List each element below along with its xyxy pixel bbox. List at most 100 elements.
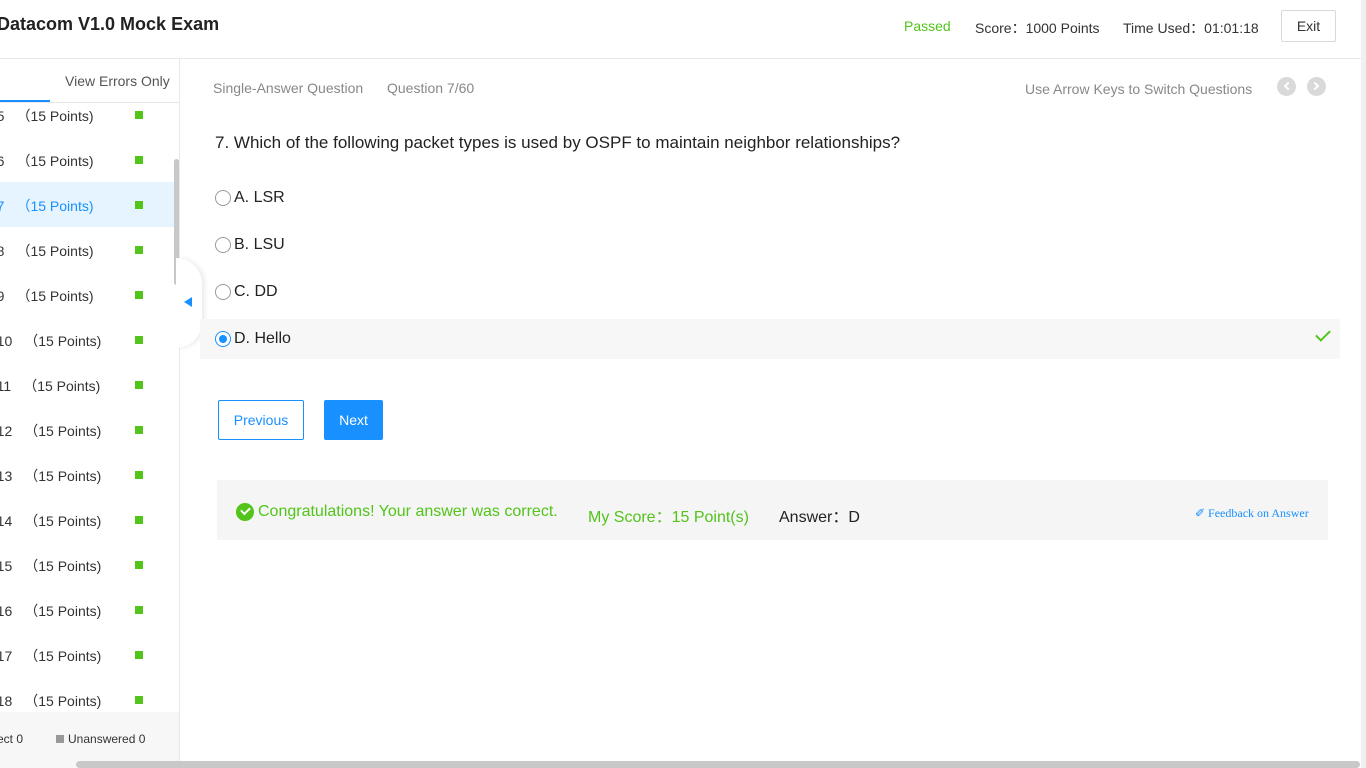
arrow-keys-hint: Use Arrow Keys to Switch Questions bbox=[1025, 81, 1253, 97]
sidebar-question-label: n 11 （15 Points) bbox=[0, 376, 100, 396]
sidebar-question-label: n 9 （15 Points) bbox=[0, 286, 94, 306]
next-button[interactable]: Next bbox=[324, 400, 383, 440]
answered-status-icon bbox=[135, 696, 143, 704]
answer-option[interactable]: A. LSR bbox=[200, 178, 1340, 218]
sidebar-question-label: n 13 （15 Points) bbox=[0, 466, 101, 486]
answer-option[interactable]: B. LSU bbox=[200, 225, 1340, 265]
question-name: n 5 bbox=[0, 108, 4, 124]
total-score: Score：1000 Points bbox=[975, 20, 1100, 36]
sidebar-question-label: n 7 （15 Points) bbox=[0, 196, 94, 216]
option-text: B. LSU bbox=[234, 236, 285, 253]
question-points: （15 Points) bbox=[24, 423, 102, 439]
prev-question-icon[interactable] bbox=[1277, 77, 1296, 96]
check-circle-icon bbox=[236, 503, 254, 521]
status-legend: ect 0 Unanswered 0 bbox=[0, 712, 179, 768]
sidebar-question-label: n 15 （15 Points) bbox=[0, 556, 101, 576]
answered-status-icon bbox=[135, 156, 143, 164]
sidebar-question-item[interactable]: n 12 （15 Points) bbox=[0, 407, 174, 452]
sidebar-question-item[interactable]: n 6 （15 Points) bbox=[0, 137, 174, 182]
answered-status-icon bbox=[135, 336, 143, 344]
question-name: n 9 bbox=[0, 288, 4, 304]
collapse-sidebar-toggle[interactable] bbox=[176, 258, 202, 348]
sidebar-question-label: n 16 （15 Points) bbox=[0, 601, 101, 621]
question-name: n 18 bbox=[0, 693, 13, 709]
question-name: n 8 bbox=[0, 243, 4, 259]
sidebar-question-item[interactable]: n 17 （15 Points) bbox=[0, 632, 174, 677]
sidebar-question-item[interactable]: n 10 （15 Points) bbox=[0, 317, 174, 362]
previous-button[interactable]: Previous bbox=[218, 400, 304, 440]
sidebar-question-item[interactable]: n 16 （15 Points) bbox=[0, 587, 174, 632]
result-panel: Congratulations! Your answer was correct… bbox=[217, 480, 1328, 540]
answer-option[interactable]: D. Hello bbox=[200, 319, 1340, 359]
question-points: （15 Points) bbox=[24, 693, 102, 709]
question-points: （15 Points) bbox=[24, 648, 102, 664]
question-text: 7. Which of the following packet types i… bbox=[215, 133, 901, 152]
answered-status-icon bbox=[135, 606, 143, 614]
question-name: n 12 bbox=[0, 423, 13, 439]
time-used: Time Used：01:01:18 bbox=[1123, 20, 1259, 36]
header: Datacom V1.0 Mock Exam Passed Score：1000… bbox=[0, 0, 1366, 59]
option-radio[interactable] bbox=[215, 331, 231, 347]
unanswered-square-icon bbox=[56, 735, 64, 743]
question-panel: Single-Answer Question Question 7/60 Use… bbox=[200, 59, 1366, 768]
sidebar-question-item[interactable]: n 13 （15 Points) bbox=[0, 452, 174, 497]
question-points: （15 Points) bbox=[24, 558, 102, 574]
sidebar-question-label: n 14 （15 Points) bbox=[0, 511, 101, 531]
pass-status: Passed bbox=[904, 18, 951, 34]
exam-title: Datacom V1.0 Mock Exam bbox=[0, 14, 220, 34]
sidebar-question-item[interactable]: n 8 （15 Points) bbox=[0, 227, 174, 272]
question-name: n 16 bbox=[0, 603, 13, 619]
sidebar-question-label: n 10 （15 Points) bbox=[0, 331, 101, 351]
sidebar-question-label: n 8 （15 Points) bbox=[0, 241, 94, 261]
sidebar-question-item[interactable]: n 7 （15 Points) bbox=[0, 182, 174, 227]
sidebar-question-label: n 12 （15 Points) bbox=[0, 421, 101, 441]
sidebar-question-label: n 6 （15 Points) bbox=[0, 151, 94, 171]
question-points: （15 Points) bbox=[16, 108, 94, 124]
sidebar-question-label: n 17 （15 Points) bbox=[0, 646, 101, 666]
answered-status-icon bbox=[135, 561, 143, 569]
correct-answer: Answer：D bbox=[779, 509, 860, 526]
sidebar-question-item[interactable]: n 15 （15 Points) bbox=[0, 542, 174, 587]
question-name: n 13 bbox=[0, 468, 13, 484]
option-radio[interactable] bbox=[215, 190, 231, 206]
answered-status-icon bbox=[135, 426, 143, 434]
option-radio[interactable] bbox=[215, 284, 231, 300]
legend-correct: ect 0 bbox=[0, 732, 24, 746]
correct-check-icon bbox=[1315, 326, 1331, 342]
sidebar-question-item[interactable]: n 9 （15 Points) bbox=[0, 272, 174, 317]
exam-app: Datacom V1.0 Mock Exam Passed Score：1000… bbox=[0, 0, 1366, 768]
answered-status-icon bbox=[135, 381, 143, 389]
question-type: Single-Answer Question bbox=[213, 80, 364, 96]
sidebar-question-item[interactable]: n 11 （15 Points) bbox=[0, 362, 174, 407]
question-name: n 11 bbox=[0, 378, 12, 394]
question-points: （15 Points) bbox=[24, 603, 102, 619]
sidebar-question-label: n 5 （15 Points) bbox=[0, 106, 94, 126]
answered-status-icon bbox=[135, 291, 143, 299]
next-question-icon[interactable] bbox=[1307, 77, 1326, 96]
option-text: A. LSR bbox=[234, 189, 285, 206]
question-points: （15 Points) bbox=[24, 333, 102, 349]
feedback-link[interactable]: ✐ Feedback on Answer bbox=[1195, 506, 1309, 521]
question-name: n 7 bbox=[0, 198, 4, 214]
question-name: n 15 bbox=[0, 558, 13, 574]
caret-left-icon bbox=[184, 297, 192, 307]
page-horizontal-scrollbar[interactable] bbox=[76, 761, 1360, 768]
sidebar-question-item[interactable]: n 14 （15 Points) bbox=[0, 497, 174, 542]
my-score: My Score：15 Point(s) bbox=[588, 509, 749, 526]
exit-button[interactable]: Exit bbox=[1281, 10, 1336, 42]
legend-unanswered: Unanswered 0 bbox=[56, 732, 145, 746]
question-points: （15 Points) bbox=[24, 468, 102, 484]
question-number: Question 7/60 bbox=[387, 80, 475, 96]
question-sidebar: View Errors Only n 5 （15 Points) n 6 （15 Po… bbox=[0, 59, 180, 768]
answered-status-icon bbox=[135, 516, 143, 524]
question-list: n 5 （15 Points) n 6 （15 Points) n 7 （15 Point… bbox=[0, 92, 174, 722]
page-vertical-scrollbar[interactable] bbox=[1361, 0, 1366, 768]
answer-option[interactable]: C. DD bbox=[200, 272, 1340, 312]
option-radio[interactable] bbox=[215, 237, 231, 253]
question-points: （15 Points) bbox=[16, 288, 94, 304]
sidebar-question-item[interactable]: n 5 （15 Points) bbox=[0, 92, 174, 137]
answered-status-icon bbox=[135, 246, 143, 254]
tab-view-errors-only[interactable]: View Errors Only bbox=[65, 73, 170, 89]
sidebar-question-label: n 18 （15 Points) bbox=[0, 691, 101, 711]
question-name: n 6 bbox=[0, 153, 4, 169]
